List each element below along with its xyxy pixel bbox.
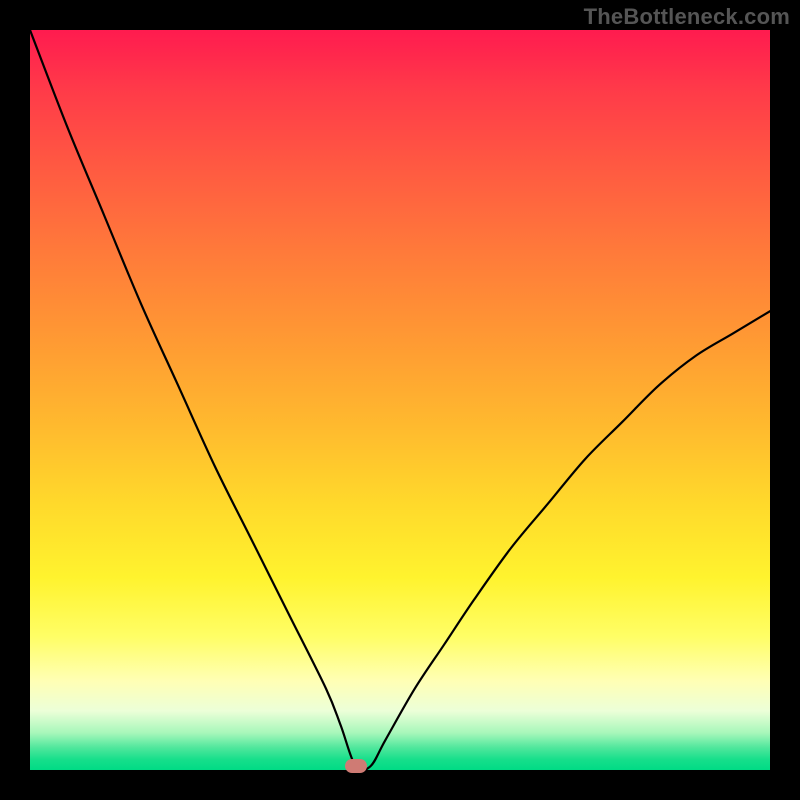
plot-area <box>30 30 770 770</box>
optimal-point-marker <box>345 759 367 773</box>
watermark-text: TheBottleneck.com <box>584 4 790 30</box>
chart-frame: TheBottleneck.com <box>0 0 800 800</box>
bottleneck-curve <box>30 30 770 770</box>
